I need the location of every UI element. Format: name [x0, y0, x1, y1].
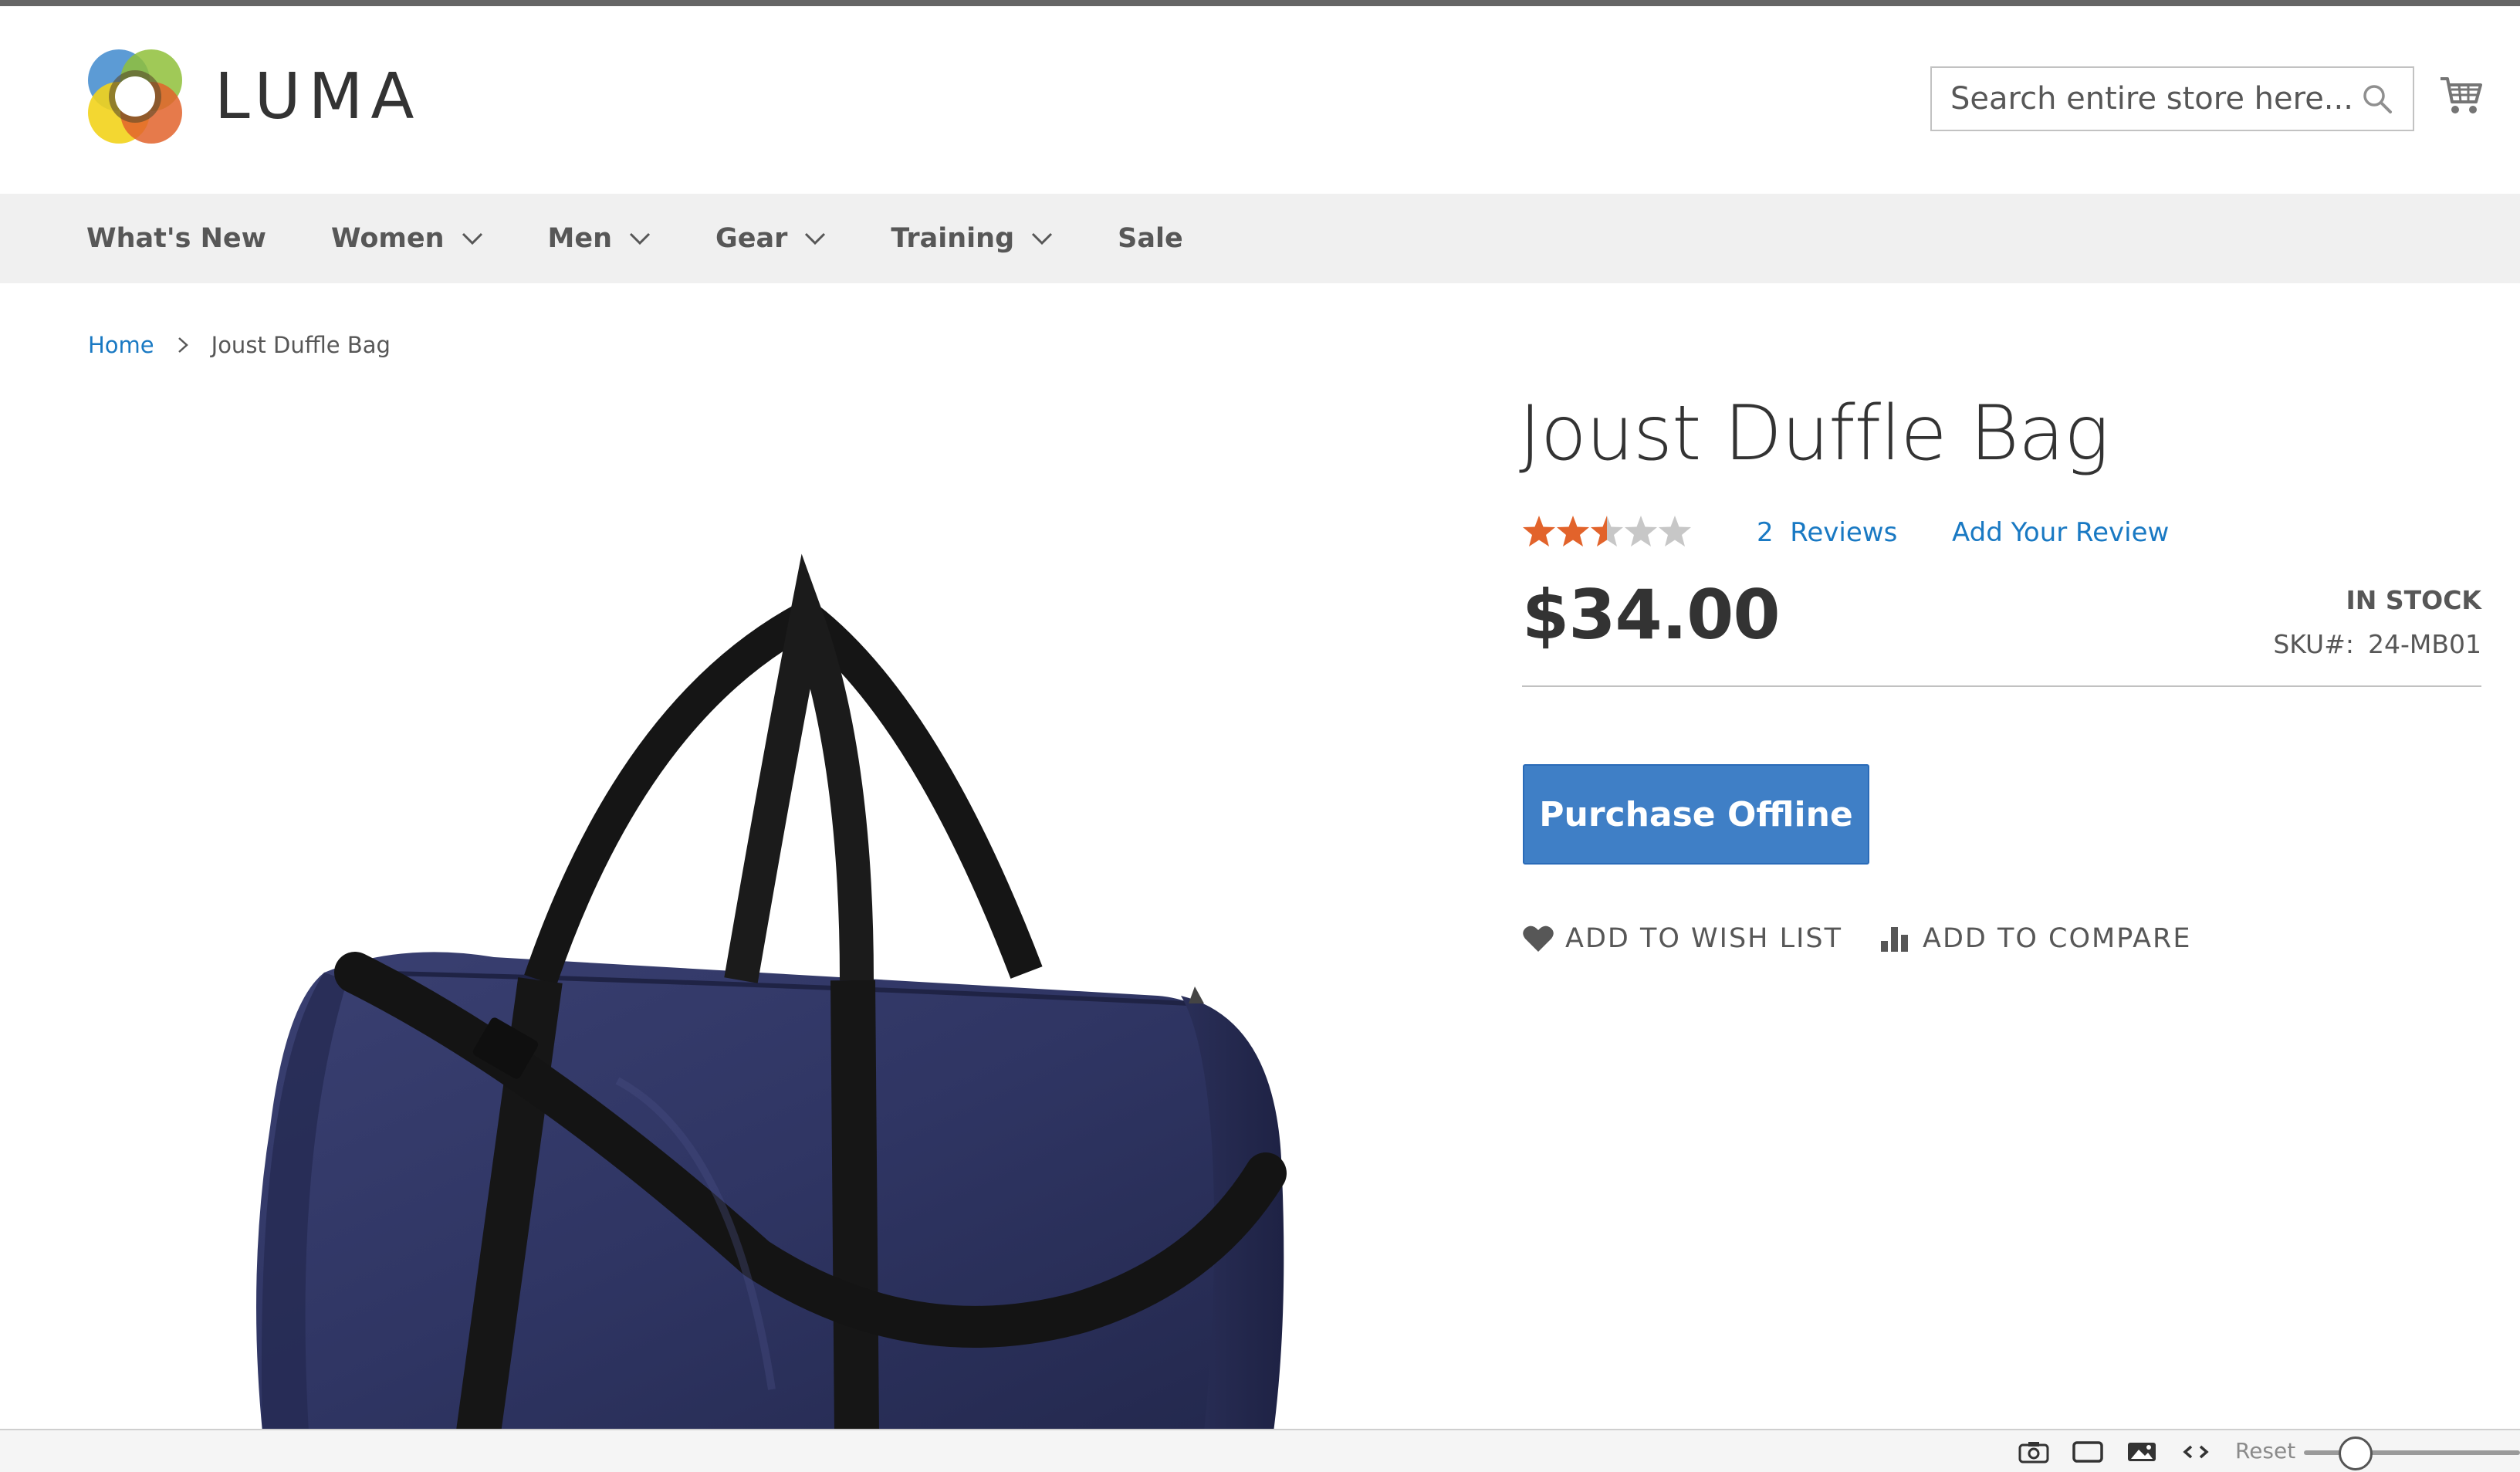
cart-icon[interactable]: [2439, 74, 2482, 117]
chevron-right-icon: [178, 337, 188, 354]
star-empty-icon: [1659, 516, 1691, 547]
breadcrumb-home-link[interactable]: Home: [88, 332, 154, 358]
nav-item-women[interactable]: Women: [331, 223, 483, 254]
nav-item-label: What's New: [86, 223, 266, 254]
nav-item-label: Gear: [715, 223, 788, 254]
nav-item-label: Training: [891, 223, 1015, 254]
reviews-label: Reviews: [1790, 517, 1898, 548]
chevron-down-icon: [629, 232, 651, 245]
bottom-toolbar: Reset: [0, 1429, 2520, 1472]
top-strip: [0, 0, 2520, 6]
purchase-offline-button[interactable]: Purchase Offline: [1523, 764, 1869, 865]
reviews-count: 2: [1757, 517, 1774, 548]
sku-label: SKU#:: [2273, 629, 2354, 659]
logo-text: LUMA: [215, 59, 422, 134]
divider: [1522, 685, 2481, 687]
luma-logo-icon: [88, 49, 182, 144]
header: LUMA: [0, 6, 2520, 194]
page: LUMA What's Ne: [0, 0, 2520, 1472]
chevron-down-icon: [1031, 232, 1053, 245]
nav-item-sale[interactable]: Sale: [1118, 223, 1183, 254]
heart-icon: [1522, 924, 1554, 953]
zoom-slider-track[interactable]: [2304, 1450, 2520, 1455]
add-to-wishlist-link[interactable]: ADD TO WISH LIST: [1522, 923, 1842, 954]
add-to-compare-link[interactable]: ADD TO COMPARE: [1879, 923, 2191, 954]
nav-item-training[interactable]: Training: [891, 223, 1053, 254]
duffle-bag-image: [256, 553, 1287, 1432]
nav-item-gear[interactable]: Gear: [715, 223, 826, 254]
chevron-down-icon: [804, 232, 826, 245]
stock-status: IN STOCK: [2346, 585, 2481, 615]
code-icon[interactable]: [2179, 1438, 2213, 1466]
store-logo[interactable]: LUMA: [86, 48, 421, 145]
star-icon: [1523, 516, 1555, 547]
add-review-link[interactable]: Add Your Review: [1952, 517, 2169, 548]
product-price: $34.00: [1522, 575, 1781, 655]
compare-chart-icon: [1879, 924, 1912, 953]
nav-item-label: Men: [547, 223, 612, 254]
star-empty-icon: [1625, 516, 1657, 547]
nav-item-men[interactable]: Men: [548, 223, 651, 254]
reset-button[interactable]: Reset: [2235, 1438, 2295, 1464]
nav-item-label: Women: [330, 223, 445, 254]
main-nav: What's New Women Men Gear Training Sale: [0, 194, 2520, 283]
search-box: [1930, 66, 2414, 131]
chevron-down-icon: [462, 232, 483, 245]
nav-item-whats-new[interactable]: What's New: [86, 223, 266, 254]
product-title: Joust Duffle Bag: [1519, 390, 2109, 478]
search-input[interactable]: [1932, 68, 2354, 130]
camera-icon[interactable]: [2017, 1438, 2051, 1466]
zoom-slider-thumb[interactable]: [2339, 1436, 2373, 1470]
star-half-icon: [1591, 516, 1623, 547]
reviews-link[interactable]: 2 Reviews: [1757, 517, 1897, 548]
search-icon[interactable]: [2354, 76, 2400, 122]
breadcrumb: Home Joust Duffle Bag: [88, 332, 391, 358]
nav-item-label: Sale: [1118, 223, 1183, 254]
breadcrumb-current: Joust Duffle Bag: [211, 332, 391, 358]
star-icon: [1557, 516, 1589, 547]
frame-icon[interactable]: [2071, 1438, 2105, 1466]
wishlist-label: ADD TO WISH LIST: [1565, 923, 1843, 954]
rating-stars: [1522, 514, 1692, 550]
compare-label: ADD TO COMPARE: [1923, 923, 2192, 954]
sku-value: 24-MB01: [2367, 629, 2481, 659]
image-icon[interactable]: [2125, 1438, 2159, 1466]
product-image[interactable]: [0, 386, 1451, 1432]
product-sku: SKU#: 24-MB01: [2273, 629, 2481, 659]
